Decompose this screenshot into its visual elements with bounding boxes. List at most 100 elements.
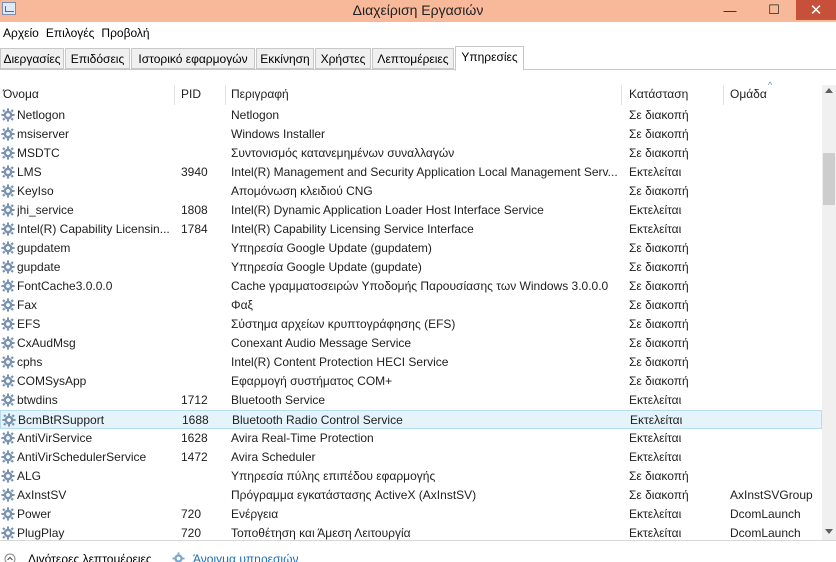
column-pid[interactable]: PID <box>178 85 226 105</box>
service-name: AxInstSV <box>17 488 67 502</box>
service-name: jhi_service <box>17 203 74 217</box>
column-group[interactable]: Ομάδα <box>727 85 822 105</box>
service-gear-icon <box>1 450 15 464</box>
service-status: Σε διακοπή <box>629 108 689 122</box>
service-status: Σε διακοπή <box>629 298 689 312</box>
service-pid: 1472 <box>181 450 208 464</box>
service-description: Απομόνωση κλειδιού CNG <box>231 184 373 198</box>
column-status[interactable]: Κατάσταση <box>626 85 724 105</box>
service-row[interactable]: ALG Υπηρεσία πύλης επιπέδου εφαρμογής Σε δ… <box>0 467 822 486</box>
service-row[interactable]: KeyIso Απομόνωση κλειδιού CNG Σε διακοπή <box>0 182 822 201</box>
service-row[interactable]: gupdatem Υπηρεσία Google Update (gupdatem… <box>0 239 822 258</box>
column-description[interactable]: Περιγραφή <box>228 85 622 105</box>
service-gear-icon <box>1 526 15 540</box>
service-row[interactable]: MSDTC Συντονισμός κατανεμημένων συναλλαγώ… <box>0 144 822 163</box>
service-status: Εκτελείται <box>630 413 683 427</box>
column-header: Όνομα PID Περιγραφή Κατάσταση Ομάδα <box>0 85 822 105</box>
service-row[interactable]: LMS 3940 Intel(R) Management and Security … <box>0 163 822 182</box>
service-status: Σε διακοπή <box>629 488 689 502</box>
menu-view[interactable]: Προβολή <box>98 22 153 42</box>
service-gear-icon <box>1 317 15 331</box>
service-description: Τοποθέτηση και Άμεση Λειτουργία <box>231 526 411 540</box>
service-gear-icon <box>1 355 15 369</box>
service-gear-icon <box>1 431 15 445</box>
service-row[interactable]: FontCache3.0.0.0 Cache γραμματοσειρών Υπο… <box>0 277 822 296</box>
title-bar: Διαχείριση Εργασιών — ☐ ✕ <box>0 0 836 22</box>
open-services-link[interactable]: Άνοιγμα υπηρεσιών <box>193 552 298 562</box>
menu-options[interactable]: Επιλογές <box>43 22 99 42</box>
service-description: Υπηρεσία πύλης επιπέδου εφαρμογής <box>231 469 436 483</box>
service-name: Intel(R) Capability Licensin... <box>17 222 170 236</box>
column-name[interactable]: Όνομα <box>0 85 175 105</box>
service-row[interactable]: Power 720 Ενέργεια Εκτελείται DcomLaunch <box>0 505 822 524</box>
service-row[interactable]: COMSysApp Εφαρμογή συστήματος COM+ Σε διακ… <box>0 372 822 391</box>
service-gear-icon <box>1 488 15 502</box>
service-row[interactable]: jhi_service 1808 Intel(R) Dynamic Applicat… <box>0 201 822 220</box>
menu-file[interactable]: Αρχείο <box>0 22 43 42</box>
service-status: Εκτελείται <box>629 203 682 217</box>
service-row[interactable]: AntiVirService 1628 Avira Real-Time Protec… <box>0 429 822 448</box>
tab-performance[interactable]: Επιδόσεις <box>65 48 130 69</box>
scroll-up-icon[interactable] <box>825 88 833 93</box>
service-row[interactable]: cphs Intel(R) Content Protection HECI Ser… <box>0 353 822 372</box>
tab-app-history[interactable]: Ιστορικό εφαρμογών <box>131 48 255 69</box>
service-description: Netlogon <box>231 108 280 122</box>
service-row[interactable]: gupdate Υπηρεσία Google Update (gupdate) Σ… <box>0 258 822 277</box>
service-row[interactable]: Netlogon Netlogon Σε διακοπή <box>0 106 822 125</box>
tab-startup[interactable]: Εκκίνηση <box>256 48 314 69</box>
service-description: Εφαρμογή συστήματος COM+ <box>231 374 393 388</box>
scroll-thumb[interactable] <box>823 153 835 205</box>
service-gear-icon <box>1 241 15 255</box>
service-row[interactable]: AxInstSV Πρόγραμμα εγκατάστασης ActiveX (… <box>0 486 822 505</box>
service-gear-icon <box>1 374 15 388</box>
service-status: Σε διακοπή <box>629 374 689 388</box>
tab-services[interactable]: Υπηρεσίες <box>455 46 524 71</box>
service-name: LMS <box>17 165 42 179</box>
service-name: CxAudMsg <box>17 336 76 350</box>
service-name: ALG <box>17 469 42 483</box>
close-button[interactable]: ✕ <box>796 0 836 20</box>
collapse-chevron-icon[interactable] <box>4 553 16 562</box>
services-gear-icon <box>172 552 185 562</box>
service-row[interactable]: msiserver Windows Installer Σε διακοπή <box>0 125 822 144</box>
service-description: Υπηρεσία Google Update (gupdatem) <box>231 241 432 255</box>
maximize-button[interactable]: ☐ <box>752 0 796 20</box>
service-pid: 1628 <box>181 431 208 445</box>
minimize-button[interactable]: — <box>708 0 752 20</box>
service-description: Υπηρεσία Google Update (gupdate) <box>231 260 422 274</box>
tab-processes[interactable]: Διεργασίες <box>0 48 64 69</box>
service-status: Σε διακοπή <box>629 260 689 274</box>
service-gear-icon <box>2 413 16 427</box>
service-gear-icon <box>1 393 15 407</box>
service-row[interactable]: btwdins 1712 Bluetooth Service Εκτελείται <box>0 391 822 410</box>
tab-users[interactable]: Χρήστες <box>315 48 371 69</box>
service-description: Intel(R) Capability Licensing Service In… <box>231 222 474 236</box>
service-row[interactable]: Intel(R) Capability Licensin... 1784 Intel… <box>0 220 822 239</box>
service-row[interactable]: Fax Φαξ Σε διακοπή <box>0 296 822 315</box>
service-group: DcomLaunch <box>730 507 801 521</box>
service-row[interactable]: EFS Σύστημα αρχείων κρυπτογράφησης (EFS) Σ… <box>0 315 822 334</box>
footer: Λιγότερες λεπτομέρειες Άνοιγμα υπηρεσιών <box>0 545 836 562</box>
fewer-details-button[interactable]: Λιγότερες λεπτομέρειες <box>28 552 152 562</box>
service-description: Cache γραμματοσειρών Υποδομής Παρουσίαση… <box>231 279 609 293</box>
service-status: Εκτελείται <box>629 222 682 236</box>
service-row[interactable]: BcmBtRSupport 1688 Bluetooth Radio Control… <box>0 410 822 429</box>
service-row[interactable]: CxAudMsg Conexant Audio Message Service Σε… <box>0 334 822 353</box>
service-name: COMSysApp <box>17 374 87 388</box>
scroll-down-icon[interactable] <box>825 529 833 534</box>
service-status: Σε διακοπή <box>629 279 689 293</box>
service-status: Σε διακοπή <box>629 127 689 141</box>
service-row[interactable]: AntiVirSchedulerService 1472 Avira Schedul… <box>0 448 822 467</box>
service-name: PlugPlay <box>17 526 65 540</box>
list-bottom-divider <box>0 540 836 541</box>
tab-details[interactable]: Λεπτομέρειες <box>372 48 454 69</box>
service-name: gupdatem <box>17 241 71 255</box>
service-status: Σε διακοπή <box>629 469 689 483</box>
service-status: Εκτελείται <box>629 165 682 179</box>
service-name: Power <box>17 507 52 521</box>
service-name: Fax <box>17 298 38 312</box>
service-gear-icon <box>1 336 15 350</box>
service-name: AntiVirSchedulerService <box>17 450 147 464</box>
service-row[interactable]: PlugPlay 720 Τοποθέτηση και Άμεση Λειτουργ… <box>0 524 822 540</box>
vertical-scrollbar[interactable] <box>822 85 836 540</box>
